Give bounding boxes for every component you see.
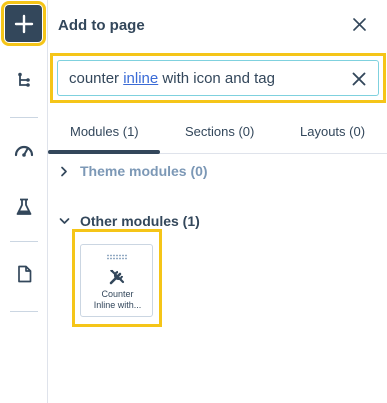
tab-bar: Modules (1) Sections (0) Layouts (0): [48, 120, 387, 154]
tree-icon: [18, 72, 30, 87]
group-other-modules[interactable]: Other modules (1): [58, 213, 200, 229]
close-button[interactable]: [351, 16, 367, 32]
add-to-page-panel: Add to page counter inline with icon and…: [48, 0, 387, 403]
rail-divider: [10, 311, 38, 312]
gauge-icon: [14, 145, 34, 157]
tab-modules[interactable]: Modules (1): [70, 124, 139, 139]
tab-layouts[interactable]: Layouts (0): [300, 124, 365, 139]
search-value-after: with icon and tag: [158, 70, 275, 87]
performance-button[interactable]: [10, 136, 38, 164]
search-value-misspelled: inline: [123, 70, 159, 87]
group-theme-modules[interactable]: Theme modules (0): [58, 163, 208, 179]
close-icon: [352, 17, 366, 31]
tree-button[interactable]: [10, 66, 38, 94]
rail-divider: [10, 241, 38, 242]
group-label: Theme modules (0): [80, 163, 208, 179]
module-card-highlight: Counter Inline with...: [72, 229, 162, 327]
search-input[interactable]: counter inline with icon and tag: [57, 60, 379, 96]
active-tab-indicator: [48, 150, 160, 154]
module-label-line2: Inline with...: [93, 300, 142, 310]
flask-icon: [16, 198, 32, 215]
plus-icon: [14, 14, 33, 33]
left-rail: [0, 0, 48, 403]
rail-divider: [10, 117, 38, 118]
search-highlight: counter inline with icon and tag: [50, 53, 386, 103]
page-button[interactable]: [10, 260, 38, 288]
tab-sections[interactable]: Sections (0): [185, 124, 254, 139]
clear-search-button[interactable]: [351, 71, 367, 87]
search-value-before: counter: [69, 70, 124, 87]
group-label: Other modules (1): [80, 213, 200, 229]
chevron-right-icon: [58, 165, 70, 177]
document-icon: [17, 265, 31, 283]
search-value: counter inline with icon and tag: [69, 70, 275, 87]
chevron-down-icon: [58, 215, 70, 227]
drag-handle-icon: [107, 254, 127, 260]
module-label-line1: Counter: [101, 289, 134, 299]
module-card[interactable]: Counter Inline with...: [80, 244, 153, 317]
test-button[interactable]: [10, 193, 38, 221]
add-button[interactable]: [1, 1, 46, 46]
tools-icon: [109, 269, 125, 285]
panel-title: Add to page: [58, 17, 145, 34]
close-icon: [352, 72, 366, 86]
module-label: Counter Inline with...: [83, 289, 152, 311]
